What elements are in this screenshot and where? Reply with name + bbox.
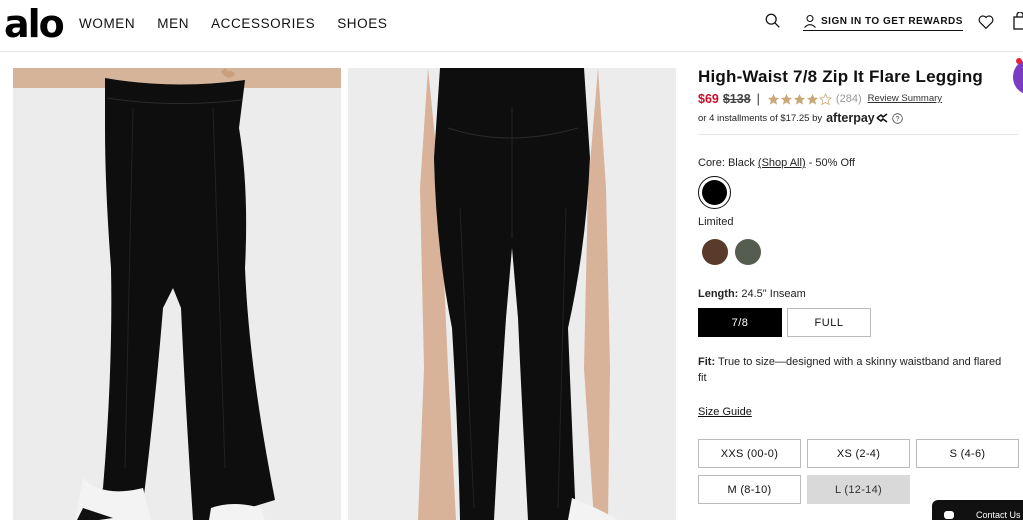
shopping-bag-icon[interactable]	[1013, 12, 1023, 30]
swatch-brown[interactable]	[702, 239, 728, 265]
shop-all-link[interactable]: (Shop All)	[758, 157, 806, 169]
afterpay-logo: afterpay	[826, 111, 875, 125]
nav-accessories[interactable]: ACCESSORIES	[211, 16, 315, 31]
star-filled-icon	[793, 93, 806, 105]
color-label: Core: Black	[698, 157, 755, 169]
chat-icon	[944, 511, 954, 519]
nav-women[interactable]: WOMEN	[79, 16, 135, 31]
price-row: $69 $138 | (284) Review Summary	[698, 90, 1023, 108]
product-image-front[interactable]	[13, 68, 341, 520]
afterpay-arrows-icon	[876, 113, 888, 123]
length-value: 24.5" Inseam	[741, 288, 806, 300]
color-label-row: Core: Black (Shop All) - 50% Off	[698, 157, 1023, 169]
nav-shoes[interactable]: SHOES	[337, 16, 387, 31]
site-header: alo WOMEN MEN ACCESSORIES SHOES SIGN IN …	[0, 0, 1023, 52]
contact-us-label: Contact Us	[976, 510, 1021, 520]
length-row: Length: 24.5" Inseam	[698, 288, 806, 300]
original-price: $138	[722, 92, 751, 106]
alo-logo[interactable]: alo	[4, 2, 65, 46]
user-icon	[804, 14, 816, 28]
star-filled-icon	[806, 93, 819, 105]
search-icon[interactable]	[764, 12, 782, 30]
fit-label: Fit:	[698, 356, 716, 368]
rating-stars[interactable]	[767, 92, 832, 106]
swatch-black-selected[interactable]	[698, 176, 731, 209]
length-option-full[interactable]: FULL	[787, 308, 871, 337]
heart-icon[interactable]	[977, 13, 995, 31]
size-option-xxs[interactable]: XXS (00-0)	[698, 439, 801, 468]
discount-text: - 50% Off	[808, 157, 855, 169]
contact-us-chat-button[interactable]: Contact Us	[932, 500, 1023, 520]
review-count: (284)	[835, 93, 862, 105]
size-option-m[interactable]: M (8-10)	[698, 475, 801, 504]
sign-in-label: SIGN IN TO GET REWARDS	[821, 15, 963, 27]
product-info: High-Waist 7/8 Zip It Flare Legging $69 …	[698, 66, 1023, 504]
size-option-l-unavailable[interactable]: L (12-14)	[807, 475, 910, 504]
price-separator: |	[756, 92, 760, 106]
length-label: Length:	[698, 288, 739, 300]
star-empty-icon	[818, 92, 832, 105]
size-option-xs[interactable]: XS (2-4)	[807, 439, 910, 468]
afterpay-row: or 4 installments of $17.25 by afterpay …	[698, 111, 1018, 135]
legging-back-illustration	[348, 68, 676, 520]
legging-front-illustration	[13, 68, 341, 520]
star-filled-icon	[767, 93, 780, 105]
sale-price: $69	[698, 92, 719, 106]
product-image-back[interactable]	[348, 68, 676, 520]
nav-men[interactable]: MEN	[157, 16, 189, 31]
sign-in-rewards-link[interactable]: SIGN IN TO GET REWARDS	[803, 14, 963, 31]
info-icon[interactable]: ?	[892, 112, 903, 124]
swatch-olive[interactable]	[735, 239, 761, 265]
length-option-7-8[interactable]: 7/8	[698, 308, 782, 337]
size-guide-link[interactable]: Size Guide	[698, 406, 752, 418]
swatch-black-fill	[702, 180, 727, 205]
main-nav: WOMEN MEN ACCESSORIES SHOES	[79, 16, 387, 31]
limited-label: Limited	[698, 216, 734, 228]
fit-text: True to size—designed with a skinny wais…	[698, 356, 1002, 384]
installments-text: or 4 installments of $17.25 by	[698, 112, 823, 124]
svg-text:?: ?	[895, 116, 899, 123]
product-title: High-Waist 7/8 Zip It Flare Legging	[698, 67, 983, 86]
notification-dot	[1016, 58, 1022, 64]
fit-description: Fit: True to size—designed with a skinny…	[698, 354, 1003, 386]
star-filled-icon	[780, 93, 793, 105]
size-option-s[interactable]: S (4-6)	[916, 439, 1019, 468]
review-summary-link[interactable]: Review Summary	[868, 90, 942, 108]
